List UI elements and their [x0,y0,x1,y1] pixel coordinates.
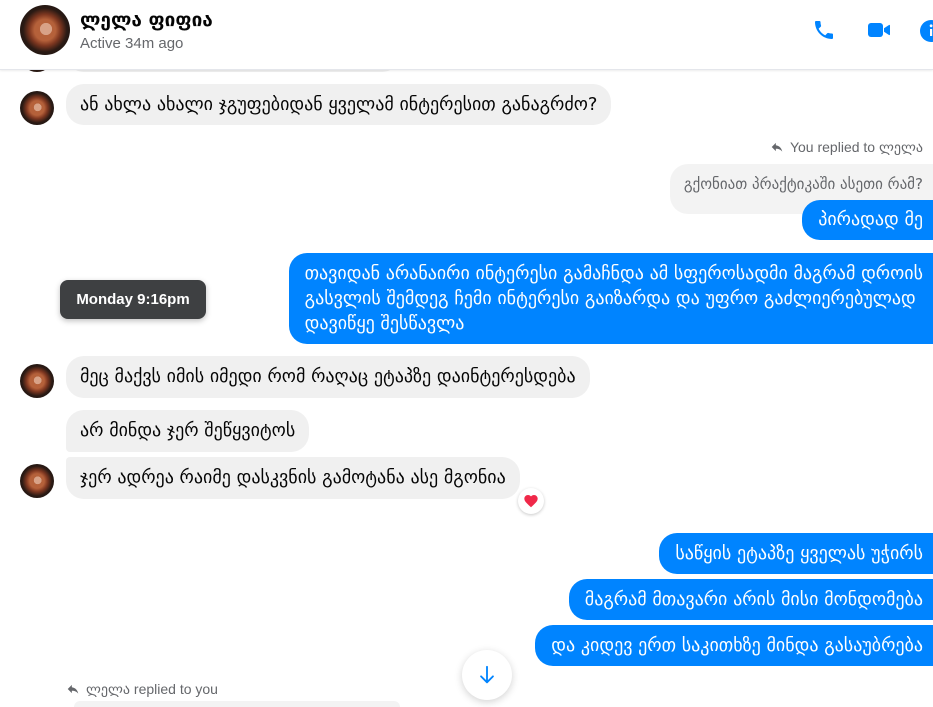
voice-call-button[interactable] [812,18,836,42]
message-text: და კიდევ ერთ საკითხზე მინდა გასაუბრება [551,635,923,656]
message-text-line: დავიწყე შესწავლა [304,313,465,334]
message-text: საწყის ეტაპზე ყველას უჭირს [675,543,923,564]
reply-arrow-icon [771,142,783,152]
reply-context-label: ლელა replied to you [66,680,218,698]
reply-label-text: ლელა replied to you [86,681,218,697]
message-text: ან ახლა ახალი ჯგუფებიდან ყველამ ინტერესი… [80,94,598,115]
message-text-line: თავიდან არანაირი ინტერესი გამაჩნდა ამ სფ… [304,263,923,284]
scroll-to-bottom-button[interactable] [462,650,512,700]
outgoing-message-bubble[interactable]: თავიდან არანაირი ინტერესი გამაჩნდა ამ სფ… [288,253,933,344]
reply-context-label: You replied to ლელა [770,138,923,156]
outgoing-message-bubble[interactable]: პირადად მე [802,200,933,240]
contact-avatar[interactable] [20,5,70,55]
arrow-down-icon [480,665,494,684]
phone-icon [815,21,833,39]
quoted-message-bubble-partial [74,701,400,707]
conversation-info-button[interactable] [919,19,933,43]
incoming-message-bubble[interactable]: ჯერ ადრეა რაიმე დასკვნის გამოტანა ასე მგ… [66,457,520,499]
message-text: მეც მაქვს იმის იმედი რომ რაღაც ეტაპზე და… [80,366,576,387]
message-text: ჯერ ადრეა რაიმე დასკვნის გამოტანა ასე მგ… [80,467,506,488]
info-icon [920,20,933,42]
reply-arrow-icon [67,684,79,694]
incoming-message-bubble[interactable]: არ მინდა ჯერ შეწყვიტოს [66,410,310,452]
outgoing-message-bubble[interactable]: საწყის ეტაპზე ყველას უჭირს [659,533,933,574]
contact-name[interactable]: ლელა ფიფია [80,8,213,32]
video-call-button[interactable] [866,18,892,42]
message-reaction[interactable] [518,488,544,514]
chat-header: ლელა ფიფია Active 34m ago [0,0,933,70]
active-status: Active 34m ago [80,35,184,52]
quoted-message-text: გქონიათ პრაქტიკაში ასეთი რამ? [683,175,923,193]
message-text: მაგრამ მთავარი არის მისი მონდომება [584,589,923,610]
heart-reaction-icon [524,495,538,508]
reply-label-text: You replied to ლელა [789,139,923,155]
messenger-chat-window: ლელა ფიფია Active 34m ago ან ახლა ახალი … [0,0,933,707]
message-text: არ მინდა ჯერ შეწყვიტოს [80,420,296,441]
incoming-message-bubble[interactable]: მეც მაქვს იმის იმედი რომ რაღაც ეტაპზე და… [66,356,590,398]
timestamp-tooltip: Monday 9:16pm [60,280,206,319]
contact-avatar-small[interactable] [20,364,54,398]
incoming-message-bubble[interactable]: ან ახლა ახალი ჯგუფებიდან ყველამ ინტერესი… [66,84,612,125]
message-text: პირადად მე [818,209,923,230]
video-camera-icon [868,23,890,37]
contact-avatar-small[interactable] [20,464,54,498]
outgoing-message-bubble[interactable]: მაგრამ მთავარი არის მისი მონდომება [568,579,933,620]
message-text-line: გასვლის შემდეგ ჩემი ინტერესი გაიზარდა და… [304,288,916,309]
outgoing-message-bubble[interactable]: და კიდევ ერთ საკითხზე მინდა გასაუბრება [535,625,933,666]
contact-avatar-small[interactable] [20,91,54,125]
